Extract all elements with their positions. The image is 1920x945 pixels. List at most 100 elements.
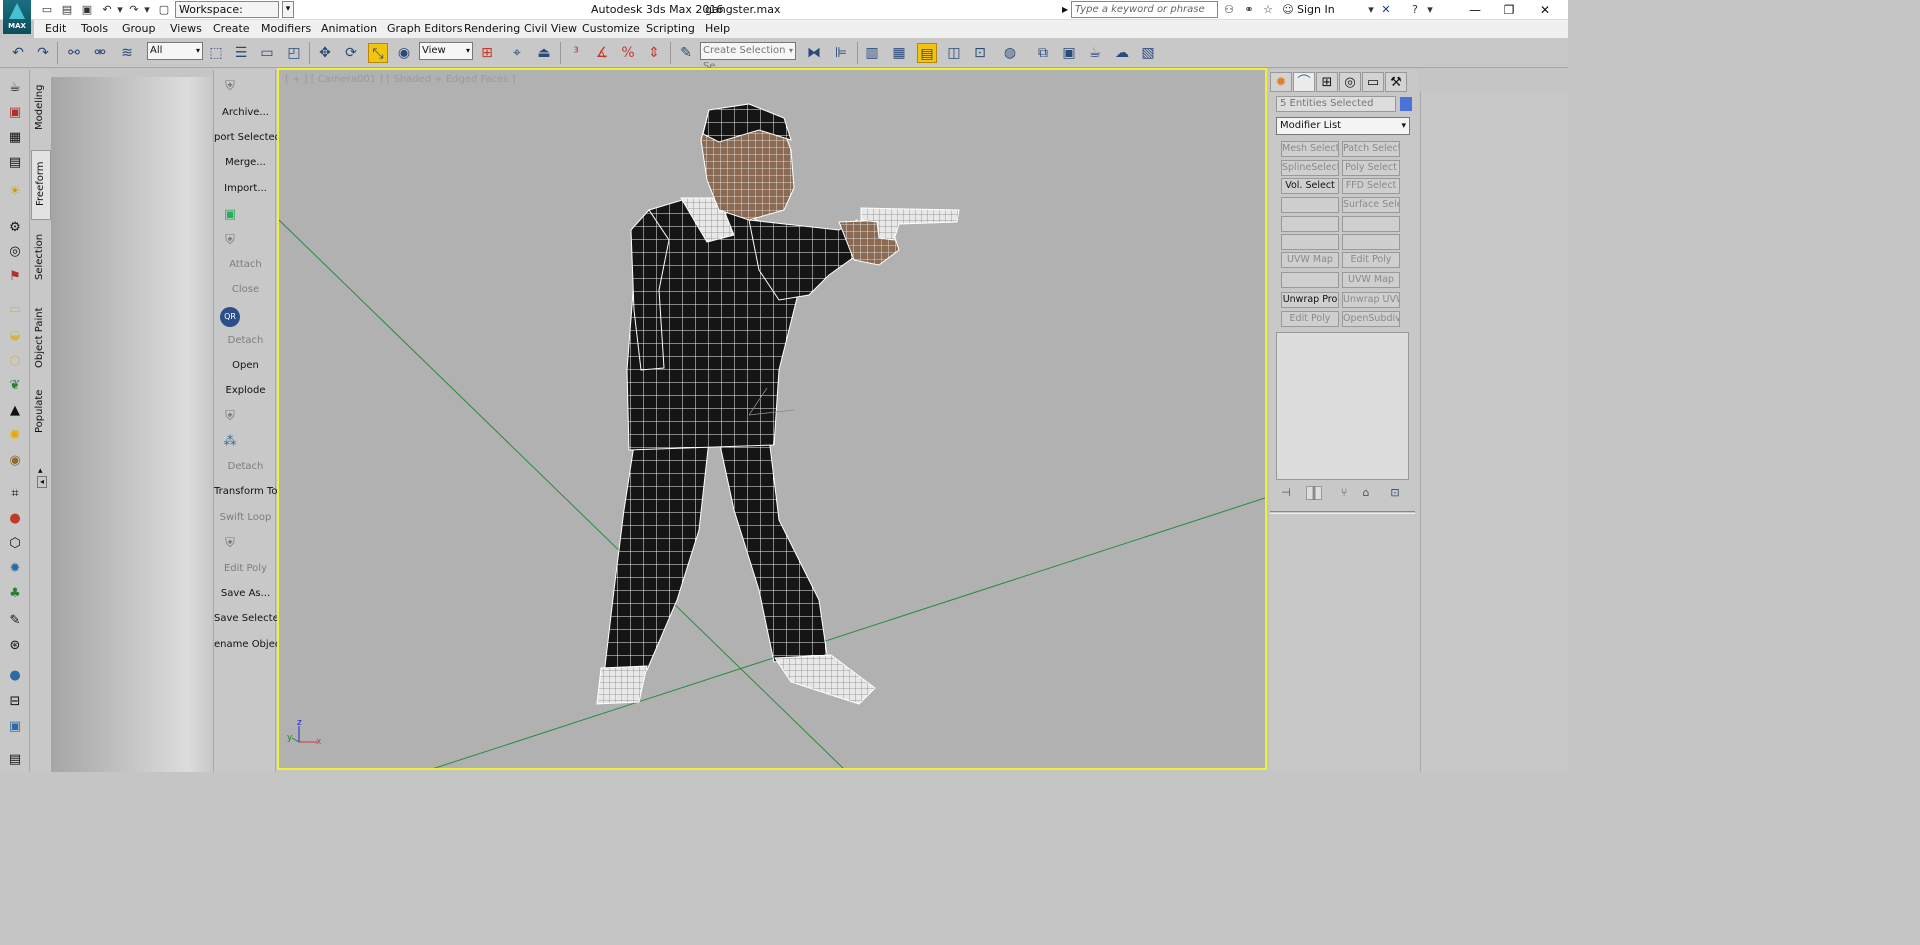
redo-icon[interactable]: ↷ [127, 3, 141, 16]
empty-modifier-button[interactable] [1281, 272, 1339, 288]
light-icon[interactable]: ☀ [5, 182, 25, 202]
vol-select-button[interactable]: Vol. Select [1281, 178, 1339, 194]
helper-icon[interactable]: ⚙ [5, 218, 25, 238]
menu-civil-view[interactable]: Civil View [524, 22, 577, 35]
render-frame-icon[interactable]: ▣ [5, 103, 25, 123]
open-file-icon[interactable]: ▤ [60, 3, 74, 16]
percent-snap-icon[interactable]: % [618, 43, 638, 63]
schematic-view-icon[interactable]: ⊡ [970, 43, 990, 63]
spline-select-button[interactable]: SplineSelect [1281, 160, 1339, 176]
configure-modifier-sets-icon[interactable]: ⊡ [1387, 486, 1403, 500]
pivot-center-icon[interactable]: ⊞ [477, 43, 497, 63]
search-input[interactable]: Type a keyword or phrase [1071, 1, 1218, 18]
menu-animation[interactable]: Animation [321, 22, 377, 35]
exchange-apps-icon[interactable]: ✕ [1379, 3, 1393, 16]
window-crossing-icon[interactable]: ◰ [284, 43, 304, 63]
poly-select-button[interactable]: Poly Select [1342, 160, 1400, 176]
toggle-ribbon-icon[interactable]: ▦ [889, 43, 909, 63]
render-production-icon[interactable]: ☕ [1085, 43, 1105, 63]
help-icon[interactable]: ? [1408, 3, 1422, 16]
swift-loop-button[interactable]: Swift Loop [214, 512, 277, 523]
menu-views[interactable]: Views [170, 22, 202, 35]
close-button[interactable]: Close [214, 284, 277, 295]
undo-icon[interactable]: ↶ [100, 3, 114, 16]
detach-button-2[interactable]: Detach [214, 461, 277, 472]
project-folder-icon[interactable]: ▢ [157, 3, 171, 16]
new-file-icon[interactable]: ▭ [40, 3, 54, 16]
empty-modifier-button[interactable] [1281, 234, 1339, 250]
unwrap-uvw-button[interactable]: Unwrap UVW [1342, 292, 1400, 308]
material-editor-icon[interactable]: ◍ [1000, 43, 1020, 63]
render-setup-icon[interactable]: ⧉ [1033, 43, 1053, 63]
import-button[interactable]: Import... [214, 183, 277, 194]
character-left-leg[interactable] [603, 439, 710, 676]
menu-tools[interactable]: Tools [81, 22, 108, 35]
help-dropdown-icon[interactable]: ▾ [1423, 3, 1437, 16]
rendered-frame-window-icon[interactable]: ▣ [1059, 43, 1079, 63]
move-icon[interactable]: ✥ [315, 43, 335, 63]
workspace-dropdown[interactable]: Workspace: Default [175, 1, 279, 31]
edit-named-selection-icon[interactable]: ✎ [676, 43, 696, 63]
empty-modifier-button[interactable] [1342, 216, 1400, 232]
ribbon-toggle-icon[interactable]: ◂ [37, 476, 47, 488]
manipulate-icon[interactable]: ⌖ [507, 43, 527, 63]
empty-modifier-button[interactable] [1281, 216, 1339, 232]
empty-modifier-button[interactable] [1281, 197, 1339, 213]
mirror-icon[interactable]: ⧓ [804, 43, 824, 63]
named-selection-dropdown[interactable]: Create Selection Se ▾ [700, 42, 796, 72]
edit-poly-button[interactable]: Edit Poly [214, 563, 277, 574]
target-icon[interactable]: ◉ [5, 451, 25, 471]
undo-dropdown-icon[interactable]: ▾ [113, 3, 127, 16]
ffd-select-button[interactable]: FFD Select [1342, 178, 1400, 194]
open-button[interactable]: Open [214, 360, 277, 371]
scale-icon[interactable]: ⤡ [368, 43, 388, 63]
link-icon[interactable]: ⚯ [64, 43, 84, 63]
snaps-toggle-icon[interactable]: ³ [566, 43, 586, 63]
reference-coordinate-dropdown[interactable]: View ▾ [419, 42, 473, 60]
particles-icon[interactable]: ● [5, 509, 25, 529]
search-expand-icon[interactable]: ▶ [1062, 2, 1071, 17]
hair-icon[interactable]: ✎ [5, 611, 25, 631]
render-icon[interactable]: ⚑ [5, 267, 25, 287]
menu-scripting[interactable]: Scripting [646, 22, 695, 35]
empty-modifier-button[interactable] [1342, 234, 1400, 250]
sphere-icon[interactable]: ◒ [5, 326, 25, 346]
utilities-tab-icon[interactable]: ⚒ [1385, 72, 1407, 92]
selection-status-field[interactable]: 5 Entities Selected [1276, 96, 1396, 112]
opensubdiv-button[interactable]: OpenSubdiv [1342, 311, 1400, 327]
unwrap-pro-button[interactable]: Unwrap Pro [1281, 292, 1339, 308]
edit-poly-modifier-button[interactable]: Edit Poly [1342, 252, 1400, 268]
select-by-name-icon[interactable]: ☰ [231, 43, 251, 63]
detach-button[interactable]: Detach [214, 335, 277, 346]
cone-icon[interactable]: ▲ [5, 401, 25, 421]
qr-icon[interactable]: QR [220, 307, 240, 327]
character-right-leg[interactable] [718, 437, 828, 663]
batch-icon[interactable]: ▤ [5, 750, 25, 770]
menu-modifiers[interactable]: Modifiers [261, 22, 311, 35]
a360-gallery-icon[interactable]: ▧ [1138, 43, 1158, 63]
select-object-icon[interactable]: ⬚ [206, 43, 226, 63]
binoculars-icon[interactable]: ⚇ [1222, 3, 1236, 16]
sign-in-link[interactable]: Sign In [1297, 3, 1335, 16]
menu-graph-editors[interactable]: Graph Editors [387, 22, 463, 35]
rename-objects-button[interactable]: ename Objects [214, 639, 277, 650]
hexagon-icon[interactable]: ⬡ [5, 534, 25, 554]
rectangular-selection-icon[interactable]: ▭ [257, 43, 277, 63]
teapot-icon[interactable]: ☕ [5, 78, 25, 98]
spinner-snap-icon[interactable]: ⇕ [644, 43, 664, 63]
green-box-icon[interactable]: ▣ [222, 207, 238, 223]
menu-customize[interactable]: Customize [582, 22, 640, 35]
pin-stack-icon[interactable]: ⊣ [1278, 486, 1294, 500]
export-selected-button[interactable]: port Selected [214, 132, 277, 143]
explode-button[interactable]: Explode [214, 385, 277, 396]
mesh-icon[interactable]: ⌗ [5, 484, 25, 504]
motion-tab-icon[interactable]: ◎ [1339, 72, 1361, 92]
table-icon[interactable]: ▦ [5, 128, 25, 148]
transform-tool-button[interactable]: Transform Tool [214, 486, 277, 497]
communication-center-icon[interactable]: ⚭ [1242, 3, 1256, 16]
layer-explorer-icon[interactable]: ▥ [862, 43, 882, 63]
undo-icon[interactable]: ↶ [8, 43, 28, 63]
uvw-map-button[interactable]: UVW Map [1281, 252, 1339, 268]
hierarchy-tab-icon[interactable]: ⊞ [1316, 72, 1338, 92]
place-icon[interactable]: ◉ [394, 43, 414, 63]
